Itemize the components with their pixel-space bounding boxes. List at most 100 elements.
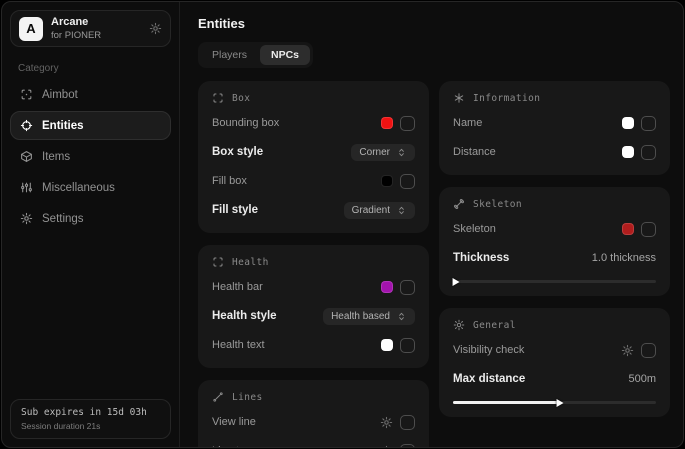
row-controls — [381, 280, 415, 295]
setting-row-skeleton: Skeleton — [453, 219, 656, 239]
updown-icon — [396, 311, 407, 322]
app-window: A Arcane for PIONER Category AimbotEntit… — [1, 1, 684, 448]
view-line-checkbox[interactable] — [400, 415, 415, 430]
app-logo: A — [19, 17, 43, 41]
setting-label: Health text — [212, 339, 265, 351]
card-title: Skeleton — [473, 199, 522, 210]
bounding-box-checkbox[interactable] — [400, 116, 415, 131]
health-text-color-swatch[interactable] — [381, 339, 393, 351]
sun-icon — [453, 319, 465, 331]
row-controls — [621, 343, 656, 358]
setting-row-fill-box: Fill box — [212, 171, 415, 191]
row-controls — [380, 444, 415, 448]
card-skeleton: Skeleton Skeleton Thickness 1.0 thickness — [439, 187, 670, 296]
view-line-settings-gear-icon[interactable] — [380, 416, 393, 429]
card-header: Box — [212, 92, 415, 104]
fill-box-checkbox[interactable] — [400, 174, 415, 189]
card-header: Skeleton — [453, 198, 656, 210]
distance-color-swatch[interactable] — [622, 146, 634, 158]
row-controls — [381, 116, 415, 131]
card-box: BoxBounding boxBox styleCornerFill boxFi… — [198, 81, 429, 233]
sidebar-item-label: Aimbot — [42, 89, 78, 101]
health-text-checkbox[interactable] — [400, 338, 415, 353]
updown-icon — [396, 147, 407, 158]
box-style-select[interactable]: Corner — [351, 144, 415, 161]
card-column: InformationNameDistanceSkeletonSkeletonT… — [439, 81, 670, 417]
distance-checkbox[interactable] — [641, 145, 656, 160]
sidebar: A Arcane for PIONER Category AimbotEntit… — [2, 2, 180, 447]
card-information: InformationNameDistance — [439, 81, 670, 175]
skeleton-color-swatch[interactable] — [622, 223, 634, 235]
gear-icon[interactable] — [149, 22, 162, 35]
skeleton-checkbox[interactable] — [641, 222, 656, 237]
visibility-check-checkbox[interactable] — [641, 343, 656, 358]
row-controls: Gradient — [344, 202, 415, 219]
health-bar-color-swatch[interactable] — [381, 281, 393, 293]
row-controls: Health based — [323, 308, 415, 325]
gear-icon[interactable] — [149, 22, 162, 35]
session-duration-text: Session duration 21s — [21, 421, 160, 431]
row-controls: 1.0 thickness — [592, 252, 656, 264]
max-distance-slider[interactable] — [453, 401, 656, 404]
line-to-enemy-checkbox[interactable] — [400, 444, 415, 448]
setting-label: Line to enemy — [212, 445, 281, 447]
tab-bar: PlayersNPCs — [198, 42, 313, 68]
row-controls: Corner — [351, 144, 415, 161]
select-value: Corner — [359, 147, 390, 158]
sidebar-item-label: Items — [42, 151, 70, 163]
setting-label: Skeleton — [453, 223, 496, 235]
sidebar-item-settings[interactable]: Settings — [10, 204, 171, 233]
setting-row-max-distance: Max distance500m — [453, 369, 656, 389]
card-column: BoxBounding boxBox styleCornerFill boxFi… — [198, 81, 429, 447]
brand-card: A Arcane for PIONER — [10, 10, 171, 47]
corners-icon — [212, 256, 224, 268]
select-value: Gradient — [352, 205, 390, 216]
name-checkbox[interactable] — [641, 116, 656, 131]
gear-icon — [20, 212, 33, 225]
setting-row-line-to-enemy: Line to enemy — [212, 441, 415, 447]
bounding-box-color-swatch[interactable] — [381, 117, 393, 129]
sidebar-item-entities[interactable]: Entities — [10, 111, 171, 140]
card-general: General Visibility check Max distance500m — [439, 308, 670, 417]
sidebar-item-items[interactable]: Items — [10, 142, 171, 171]
row-controls: 500m — [628, 373, 656, 385]
sidebar-item-aimbot[interactable]: Aimbot — [10, 80, 171, 109]
fill-box-color-swatch[interactable] — [381, 175, 393, 187]
health-bar-checkbox[interactable] — [400, 280, 415, 295]
sub-expiry-text: Sub expires in 15d 03h — [21, 407, 160, 418]
slider-thumb[interactable] — [556, 399, 563, 407]
tab-npcs[interactable]: NPCs — [260, 45, 310, 65]
card-title: Box — [232, 93, 250, 104]
card-header: Health — [212, 256, 415, 268]
card-health: HealthHealth barHealth styleHealth based… — [198, 245, 429, 368]
setting-label: View line — [212, 416, 256, 428]
tab-players[interactable]: Players — [201, 45, 258, 65]
updown-icon — [396, 205, 407, 216]
setting-label: Box style — [212, 146, 263, 158]
app-title: Arcane — [51, 16, 101, 29]
fill-style-select[interactable]: Gradient — [344, 202, 415, 219]
health-style-select[interactable]: Health based — [323, 308, 415, 325]
visibility-check-settings-gear-icon[interactable] — [621, 344, 634, 357]
setting-label: Thickness — [453, 252, 509, 264]
line-to-enemy-settings-gear-icon[interactable] — [380, 445, 393, 448]
setting-label: Visibility check — [453, 344, 524, 356]
thickness-slider[interactable] — [453, 280, 656, 283]
cards-area: BoxBounding boxBox styleCornerFill boxFi… — [198, 81, 670, 447]
bone-icon — [453, 198, 465, 210]
scan-icon — [20, 88, 33, 101]
setting-label: Name — [453, 117, 482, 129]
name-color-swatch[interactable] — [622, 117, 634, 129]
setting-label: Fill style — [212, 204, 258, 216]
card-title: Lines — [232, 392, 263, 403]
setting-row-view-line: View line — [212, 412, 415, 432]
main-panel: Entities PlayersNPCs BoxBounding boxBox … — [180, 2, 683, 447]
setting-label: Distance — [453, 146, 496, 158]
sidebar-item-miscellaneous[interactable]: Miscellaneous — [10, 173, 171, 202]
slider-thumb[interactable] — [453, 278, 460, 286]
setting-label: Health bar — [212, 281, 263, 293]
setting-row-visibility-check: Visibility check — [453, 340, 656, 360]
card-title: General — [473, 320, 516, 331]
trajectory-icon — [212, 391, 224, 403]
row-controls — [381, 338, 415, 353]
